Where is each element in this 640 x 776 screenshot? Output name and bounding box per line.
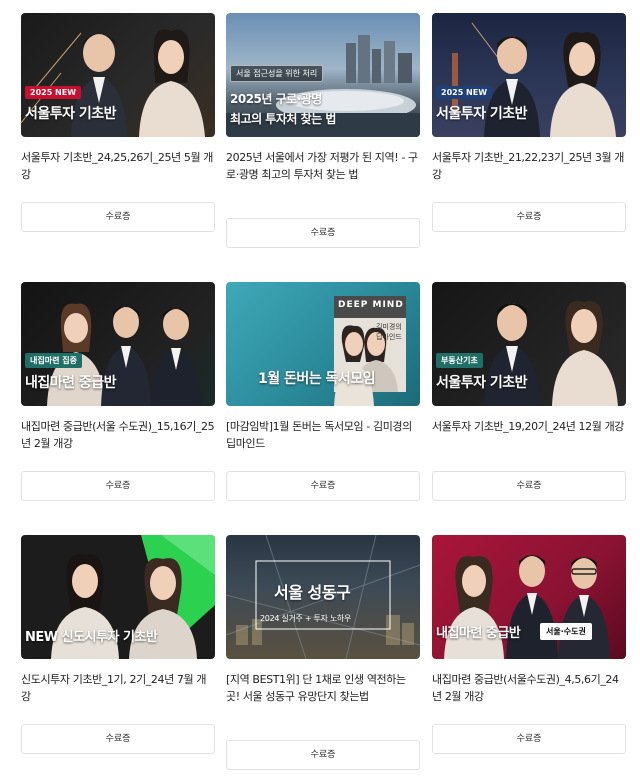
course-thumbnail[interactable]: 서울 접근성을 위한 처리 2025년 구로·광명 최고의 투자처 찾는 법	[226, 13, 420, 137]
course-thumbnail[interactable]: 2025 NEW 서울투자 기초반	[21, 13, 215, 137]
certificate-button[interactable]: 수료증	[21, 471, 215, 501]
course-title[interactable]: 내집마련 중급반(서울수도권)_4,5,6기_24년 2월 개강	[432, 671, 626, 721]
book-title: DEEP MIND	[338, 300, 404, 310]
course-caption: 서울투자 기초반	[436, 375, 528, 391]
course-title[interactable]: [마감임박]1월 돈버는 독서모임 - 김미경의 딥마인드	[226, 418, 420, 468]
course-caption: 서울투자 기초반	[25, 106, 117, 122]
course-caption: NEW 신도시투자 기초반	[25, 630, 158, 645]
book-subtitle: 김미경의 딥마인드	[376, 323, 402, 341]
course-card[interactable]: 내집마련 집중 내집마련 중급반 내집마련 중급반(서울 수도권)_15,16기…	[21, 282, 215, 501]
certificate-button[interactable]: 수료증	[226, 740, 420, 770]
course-thumbnail[interactable]: DEEP MIND 김미경의 딥마인드 1월 돈버는 독서모임	[226, 282, 420, 406]
course-caption: 내집마련 중급반	[436, 626, 521, 641]
course-caption: 1월 돈버는 독서모임	[258, 371, 376, 387]
course-title[interactable]: 2025년 서울에서 가장 저평가 된 지역! - 구로·광명 최고의 투자처 …	[226, 149, 420, 215]
course-badge: 부동산기초	[436, 353, 483, 368]
course-caption-line1: 2025년 구로·광명	[230, 92, 322, 106]
course-tag: 서울 접근성을 위한 처리	[230, 65, 324, 82]
course-card[interactable]: NEW 신도시투자 기초반 신도시투자 기초반_1기, 2기_24년 7월 개강…	[21, 535, 215, 754]
course-thumbnail[interactable]: NEW 신도시투자 기초반	[21, 535, 215, 659]
course-caption-line2: 최고의 투자처 찾는 법	[230, 112, 336, 126]
course-title[interactable]: 서울투자 기초반_19,20기_24년 12월 개강	[432, 418, 626, 468]
course-subcaption: 2024 실거주 + 투자 노하우	[260, 614, 352, 623]
course-card[interactable]: 내집마련 중급반 서울·수도권 내집마련 중급반(서울수도권)_4,5,6기_2…	[432, 535, 626, 754]
course-thumbnail[interactable]: 2025 NEW 서울투자 기초반	[432, 13, 626, 137]
course-card[interactable]: DEEP MIND 김미경의 딥마인드 1월 돈버는 독서모임 [마감임박]1월…	[226, 282, 420, 501]
course-thumbnail[interactable]: 서울 성동구 2024 실거주 + 투자 노하우	[226, 535, 420, 659]
course-card[interactable]: 2025 NEW 서울투자 기초반 서울투자 기초반_24,25,26기_25년…	[21, 13, 215, 232]
certificate-button[interactable]: 수료증	[21, 202, 215, 232]
course-card[interactable]: 2025 NEW 서울투자 기초반 서울투자 기초반_21,22,23기_25년…	[432, 13, 626, 232]
certificate-button[interactable]: 수료증	[432, 471, 626, 501]
course-badge: 2025 NEW	[436, 86, 493, 99]
course-title[interactable]: 서울투자 기초반_24,25,26기_25년 5월 개강	[21, 149, 215, 199]
certificate-button[interactable]: 수료증	[432, 202, 626, 232]
course-title[interactable]: [지역 BEST1위] 단 1채로 인생 역전하는 곳! 서울 성동구 유망단지…	[226, 671, 420, 737]
course-title[interactable]: 내집마련 중급반(서울 수도권)_15,16기_25년 2월 개강	[21, 418, 215, 468]
certificate-button[interactable]: 수료증	[432, 724, 626, 754]
course-badge: 2025 NEW	[25, 86, 82, 99]
course-title[interactable]: 신도시투자 기초반_1기, 2기_24년 7월 개강	[21, 671, 215, 721]
course-caption: 내집마련 중급반	[25, 375, 117, 391]
course-thumbnail[interactable]: 내집마련 집중 내집마련 중급반	[21, 282, 215, 406]
certificate-button[interactable]: 수료증	[226, 218, 420, 248]
course-badge: 내집마련 집중	[25, 353, 82, 368]
course-title[interactable]: 서울투자 기초반_21,22,23기_25년 3월 개강	[432, 149, 626, 199]
course-caption: 서울투자 기초반	[436, 106, 528, 122]
course-tag: 서울·수도권	[540, 623, 592, 640]
course-thumbnail[interactable]: 내집마련 중급반 서울·수도권	[432, 535, 626, 659]
certificate-button[interactable]: 수료증	[226, 471, 420, 501]
course-card[interactable]: 부동산기초 서울투자 기초반 서울투자 기초반_19,20기_24년 12월 개…	[432, 282, 626, 501]
certificate-button[interactable]: 수료증	[21, 724, 215, 754]
course-thumbnail[interactable]: 부동산기초 서울투자 기초반	[432, 282, 626, 406]
course-caption: 서울 성동구	[274, 583, 351, 602]
course-card[interactable]: 서울 접근성을 위한 처리 2025년 구로·광명 최고의 투자처 찾는 법 2…	[226, 13, 420, 248]
course-card[interactable]: 서울 성동구 2024 실거주 + 투자 노하우 [지역 BEST1위] 단 1…	[226, 535, 420, 770]
